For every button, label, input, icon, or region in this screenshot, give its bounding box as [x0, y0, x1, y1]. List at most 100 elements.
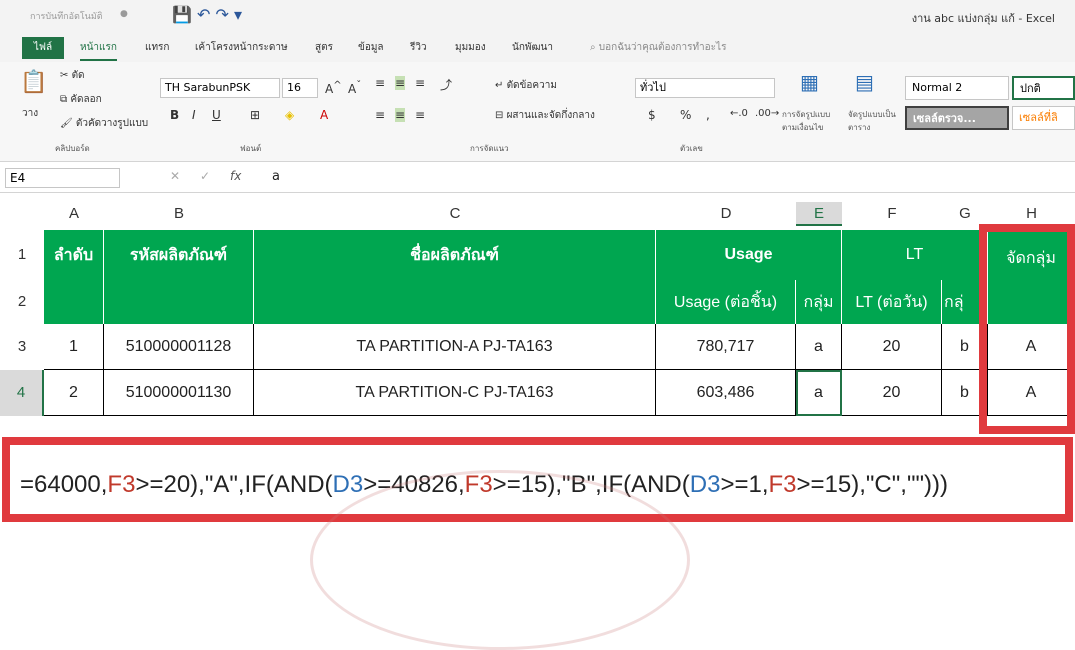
font-name-select[interactable]: TH SarabunPSK: [160, 78, 280, 98]
highlight-frame: [979, 224, 1075, 434]
tab-formulas[interactable]: สูตร: [315, 40, 333, 55]
ribbon-tabs: ไฟล์ หน้าแรก แทรก เค้าโครงหน้ากระดาษ สูต…: [0, 34, 1075, 62]
header-code-empty[interactable]: [104, 280, 254, 324]
format-table-button[interactable]: จัดรูปแบบเป็นตาราง: [848, 108, 900, 134]
column-header-f[interactable]: F: [842, 202, 942, 226]
align-right-icon[interactable]: ≡: [415, 108, 425, 122]
cell-d4[interactable]: 603,486: [656, 370, 796, 416]
font-color-icon[interactable]: A: [320, 108, 328, 122]
header-seq-empty[interactable]: [44, 280, 104, 324]
currency-button[interactable]: $: [648, 108, 656, 122]
quick-access-toolbar[interactable]: 💾 ↶ ↷ ▾: [172, 5, 242, 24]
header-seq[interactable]: ลำดับ: [44, 230, 104, 280]
formula-segment: >=15),"C",""))): [796, 471, 948, 498]
cancel-icon[interactable]: ✕: [170, 169, 180, 183]
header-usage-per[interactable]: Usage (ต่อชิ้น): [656, 280, 796, 324]
column-header-b[interactable]: B: [104, 202, 254, 226]
format-painter-button[interactable]: 🖌 ตัวคัดวางรูปแบบ: [60, 116, 148, 131]
wrap-icon: ↵: [495, 80, 507, 91]
fill-color-icon[interactable]: ◈: [285, 108, 294, 122]
header-code[interactable]: รหัสผลิตภัณฑ์: [104, 230, 254, 280]
cell-f4[interactable]: 20: [842, 370, 942, 416]
cell-c3[interactable]: TA PARTITION-A PJ-TA163: [254, 324, 656, 370]
header-lt-per[interactable]: LT (ต่อวัน): [842, 280, 942, 324]
cut-button[interactable]: ✂ ตัด: [60, 68, 85, 83]
cell-b4[interactable]: 510000001130: [104, 370, 254, 416]
conditional-format-icon[interactable]: ▦: [800, 70, 819, 94]
increase-decimal-icon[interactable]: ←.0: [730, 108, 748, 119]
tab-insert[interactable]: แทรก: [145, 40, 169, 55]
style-linked-cell[interactable]: เซลล์ที่ลิ: [1012, 106, 1075, 130]
tab-file[interactable]: ไฟล์: [22, 37, 64, 59]
ribbon: 📋 วาง ✂ ตัด ⧉ คัดลอก 🖌 ตัวคัดวางรูปแบบ ค…: [0, 62, 1075, 162]
decrease-decimal-icon[interactable]: .00→: [755, 108, 779, 119]
format-table-icon[interactable]: ▤: [855, 70, 874, 94]
column-header-a[interactable]: A: [44, 202, 104, 226]
column-header-c[interactable]: C: [254, 202, 656, 226]
formula-segment: D3: [689, 471, 721, 498]
formula-input[interactable]: a: [272, 169, 280, 184]
name-box[interactable]: E4: [5, 168, 120, 188]
header-name-empty[interactable]: [254, 280, 656, 324]
orientation-icon[interactable]: ⤴: [440, 76, 452, 93]
align-middle-icon[interactable]: ≡: [395, 76, 406, 90]
shrink-font-icon[interactable]: Aˇ: [348, 80, 361, 96]
align-left-icon[interactable]: ≡: [375, 108, 385, 122]
cell-f3[interactable]: 20: [842, 324, 942, 370]
header-lt[interactable]: LT: [842, 230, 988, 280]
enter-icon[interactable]: ✓: [200, 169, 210, 183]
cell-a3[interactable]: 1: [44, 324, 104, 370]
tab-review[interactable]: รีวิว: [410, 40, 427, 55]
header-usage[interactable]: Usage: [656, 230, 842, 280]
column-header-d[interactable]: D: [656, 202, 796, 226]
font-size-select[interactable]: 16: [282, 78, 318, 98]
header-name[interactable]: ชื่อผลิตภัณฑ์: [254, 230, 656, 280]
cell-d3[interactable]: 780,717: [656, 324, 796, 370]
cell-c4[interactable]: TA PARTITION-C PJ-TA163: [254, 370, 656, 416]
cell-e4[interactable]: a: [796, 370, 842, 416]
comma-button[interactable]: ,: [706, 108, 710, 122]
column-header-h[interactable]: H: [988, 202, 1075, 226]
tab-developer[interactable]: นักพัฒนา: [512, 40, 553, 55]
style-normal2[interactable]: Normal 2: [905, 76, 1009, 100]
merge-center-button[interactable]: ⊟ ผสานและจัดกึ่งกลาง: [495, 108, 595, 123]
number-format-select[interactable]: ทั่วไป: [635, 78, 775, 98]
column-header-g[interactable]: G: [942, 202, 988, 226]
copy-button[interactable]: ⧉ คัดลอก: [60, 92, 102, 107]
row-header-4[interactable]: 4: [0, 370, 44, 416]
cell-e3[interactable]: a: [796, 324, 842, 370]
column-header-e[interactable]: E: [796, 202, 842, 226]
row-header-2[interactable]: 2: [0, 280, 44, 324]
autosave-label: การบันทึกอัตโนมัติ: [30, 12, 103, 22]
row-header-3[interactable]: 3: [0, 324, 44, 370]
wrap-text-button[interactable]: ↵ ตัดข้อความ: [495, 78, 557, 93]
autosave-toggle[interactable]: ●: [120, 9, 128, 19]
cell-b3[interactable]: 510000001128: [104, 324, 254, 370]
tab-data[interactable]: ข้อมูล: [358, 40, 384, 55]
formula-segment: F3: [107, 471, 136, 498]
header-group[interactable]: กลุ่ม: [796, 280, 842, 324]
style-normal[interactable]: ปกติ: [1012, 76, 1075, 100]
paste-icon[interactable]: 📋: [20, 70, 47, 95]
border-icon[interactable]: ⊞: [250, 108, 260, 122]
function-icon[interactable]: fx: [230, 169, 241, 183]
cell-a4[interactable]: 2: [44, 370, 104, 416]
tab-home[interactable]: หน้าแรก: [80, 40, 117, 61]
title-bar: การบันทึกอัตโนมัติ ● 💾 ↶ ↷ ▾ งาน abc แบ่…: [0, 0, 1075, 34]
brush-icon: 🖌: [60, 118, 76, 129]
tab-view[interactable]: มุมมอง: [455, 40, 486, 55]
bold-button[interactable]: B: [170, 108, 179, 122]
italic-button[interactable]: I: [192, 108, 196, 122]
style-check-cell[interactable]: เซลล์ตรวจ...: [905, 106, 1009, 130]
tab-page-layout[interactable]: เค้าโครงหน้ากระดาษ: [195, 40, 288, 55]
align-bottom-icon[interactable]: ≡: [415, 76, 425, 90]
underline-button[interactable]: U: [212, 108, 221, 122]
paste-button[interactable]: วาง: [22, 106, 38, 121]
row-header-1[interactable]: 1: [0, 230, 44, 280]
align-center-icon[interactable]: ≡: [395, 108, 406, 122]
tell-me-search[interactable]: ⌕ บอกฉันว่าคุณต้องการทำอะไร: [590, 40, 726, 55]
align-top-icon[interactable]: ≡: [375, 76, 385, 90]
conditional-format-button[interactable]: การจัดรูปแบบตามเงื่อนไข: [782, 108, 842, 134]
grow-font-icon[interactable]: A^: [325, 80, 342, 96]
percent-button[interactable]: %: [680, 108, 691, 122]
